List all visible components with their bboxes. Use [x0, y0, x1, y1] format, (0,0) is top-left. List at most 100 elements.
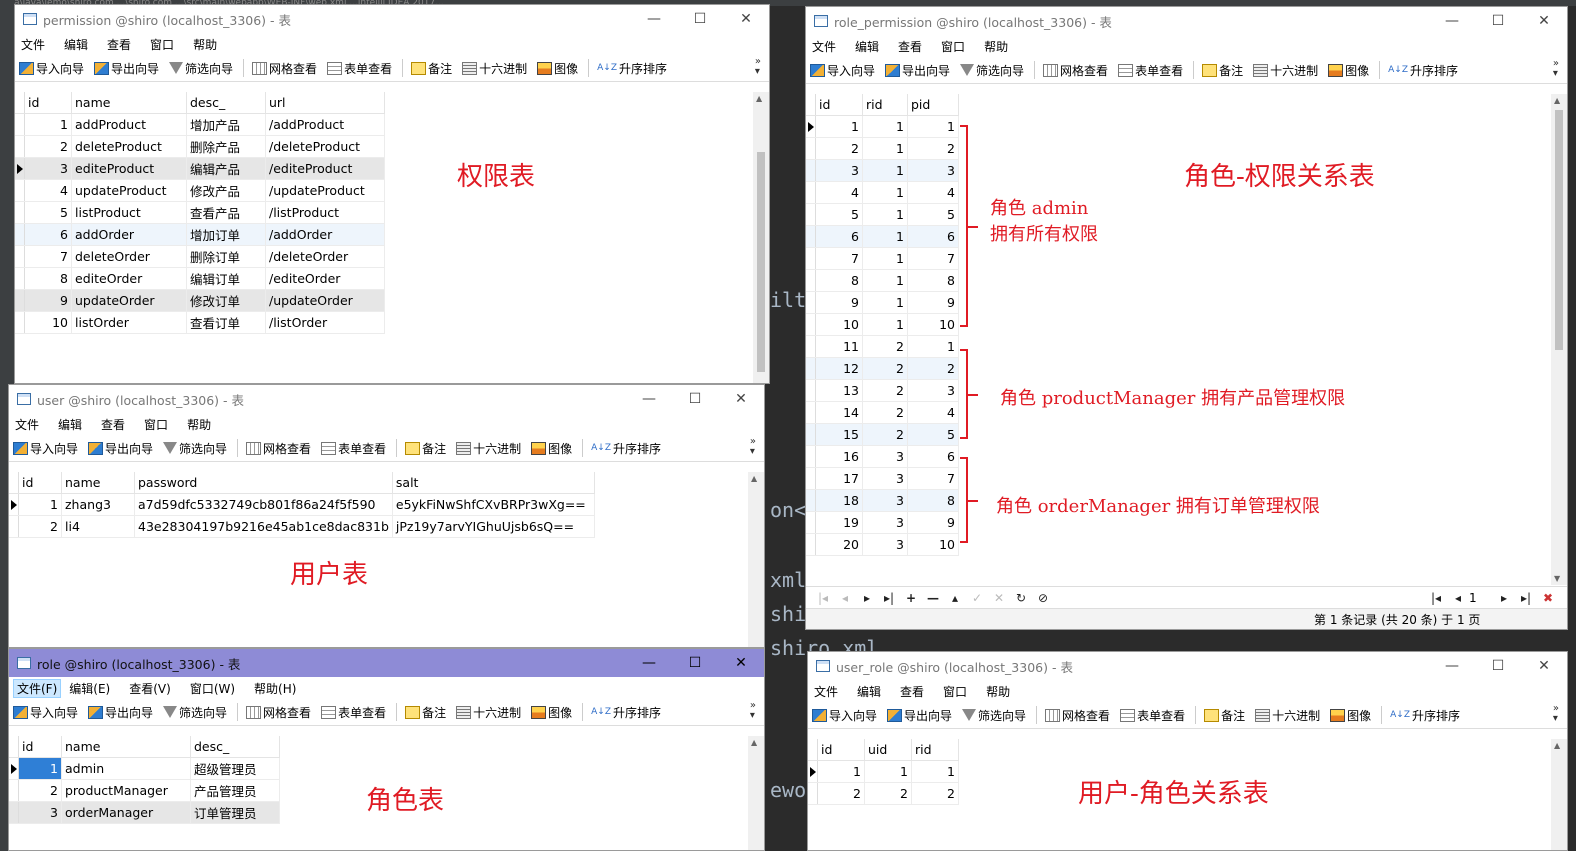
table-cell[interactable]: 修改产品 — [186, 179, 266, 202]
table-cell[interactable]: orderManager — [61, 801, 191, 824]
row-indicator[interactable] — [806, 181, 816, 204]
table-cell[interactable]: editeOrder — [71, 267, 187, 290]
export-wizard-button[interactable]: 导出向导 — [88, 704, 153, 721]
table-cell[interactable]: /addOrder — [265, 223, 385, 246]
row-indicator[interactable] — [806, 401, 816, 424]
table-cell[interactable]: /updateOrder — [265, 289, 385, 312]
table-cell[interactable]: updateOrder — [71, 289, 187, 312]
table-row[interactable]: 9 updateOrder 修改订单/updateOrder — [15, 289, 385, 312]
image-button[interactable]: 图像 — [531, 704, 572, 721]
scrollbar-thumb[interactable] — [1555, 110, 1563, 350]
row-indicator[interactable] — [9, 515, 19, 538]
last-record-icon[interactable]: ▸| — [878, 591, 900, 605]
table-cell[interactable]: 1 — [24, 113, 72, 136]
table-cell[interactable]: 2 — [862, 357, 908, 380]
menu-window[interactable]: 窗口 — [941, 683, 980, 700]
column-header[interactable]: id — [815, 94, 863, 116]
edit-record-icon[interactable]: ▴ — [944, 591, 966, 605]
table-cell[interactable]: 11 — [815, 335, 863, 358]
table-cell[interactable]: 1 — [815, 115, 863, 138]
table-cell[interactable]: 2 — [18, 515, 62, 538]
table-cell[interactable]: 1 — [864, 760, 912, 783]
column-header[interactable]: name — [61, 736, 191, 758]
vertical-scrollbar[interactable]: ▲ — [753, 92, 769, 383]
column-header[interactable]: desc_ — [186, 92, 266, 114]
table-cell[interactable]: 7 — [907, 467, 959, 490]
table-row[interactable]: 919 — [806, 291, 959, 314]
table-row[interactable]: 20 3 10 — [806, 533, 959, 556]
table-cell[interactable]: 5 — [24, 201, 72, 224]
menu-file[interactable]: 文件 — [13, 416, 52, 433]
table-row[interactable]: 3 orderManager 订单管理员 — [9, 801, 280, 824]
table-row[interactable]: 222 — [808, 782, 959, 805]
table-cell[interactable]: 17 — [815, 467, 863, 490]
title-bar[interactable]: user_role @shiro (localhost_3306) - 表 — … — [808, 652, 1567, 680]
table-cell[interactable]: 8 — [24, 267, 72, 290]
table-cell[interactable]: 3 — [862, 533, 908, 556]
menu-edit[interactable]: 编辑 — [56, 416, 95, 433]
maximize-button[interactable]: ☐ — [672, 385, 718, 413]
menu-edit[interactable]: 编辑 — [853, 38, 892, 55]
memo-button[interactable]: 备注 — [1204, 707, 1245, 724]
table-row[interactable]: 4 updateProduct 修改产品/updateProduct — [15, 179, 385, 202]
column-header[interactable]: uid — [864, 739, 912, 761]
memo-button[interactable]: 备注 — [405, 704, 446, 721]
table-row[interactable]: 2 productManager 产品管理员 — [9, 779, 280, 802]
table-cell[interactable]: 2 — [817, 782, 865, 805]
table-cell[interactable]: 1 — [862, 203, 908, 226]
table-cell[interactable]: 7 — [815, 247, 863, 270]
table-cell[interactable]: zhang3 — [61, 493, 135, 516]
table-cell[interactable]: addProduct — [71, 113, 187, 136]
row-indicator[interactable] — [806, 489, 816, 512]
row-indicator[interactable] — [806, 291, 816, 314]
table-cell[interactable]: 3 — [862, 445, 908, 468]
import-wizard-button[interactable]: 导入向导 — [812, 707, 877, 724]
import-wizard-button[interactable]: 导入向导 — [810, 62, 875, 79]
maximize-button[interactable]: ☐ — [1475, 652, 1521, 680]
menu-help[interactable]: 帮助 — [185, 416, 224, 433]
current-row-indicator-icon[interactable] — [806, 115, 816, 138]
memo-button[interactable]: 备注 — [411, 60, 452, 77]
first-record-icon[interactable]: |◂ — [812, 591, 834, 605]
column-header[interactable]: id — [18, 472, 62, 494]
table-cell[interactable]: 产品管理员 — [190, 779, 280, 802]
table-cell[interactable]: 9 — [907, 511, 959, 534]
table-cell[interactable]: 1 — [817, 760, 865, 783]
close-button[interactable]: ✕ — [718, 385, 764, 413]
minimize-button[interactable]: — — [1429, 7, 1475, 35]
prev-record-icon[interactable]: ◂ — [834, 591, 856, 605]
table-cell[interactable]: 4 — [815, 181, 863, 204]
table-row[interactable]: 212 — [806, 137, 959, 160]
maximize-button[interactable]: ☐ — [1475, 7, 1521, 35]
table-cell[interactable]: /listProduct — [265, 201, 385, 224]
table-row[interactable]: 111 — [806, 115, 959, 138]
next-record-icon[interactable]: ▸ — [856, 591, 878, 605]
menu-view[interactable]: 查看 — [898, 683, 937, 700]
table-cell[interactable]: 增加订单 — [186, 223, 266, 246]
menu-window[interactable]: 窗口 — [142, 416, 181, 433]
row-indicator[interactable] — [806, 423, 816, 446]
menu-help[interactable]: 帮助(H) — [252, 680, 309, 697]
table-cell[interactable]: 4 — [907, 181, 959, 204]
table-cell[interactable]: 1 — [911, 760, 959, 783]
menu-window[interactable]: 窗口 — [148, 36, 187, 53]
menu-edit[interactable]: 编辑(E) — [67, 680, 123, 697]
table-cell[interactable]: 8 — [815, 269, 863, 292]
row-indicator[interactable] — [15, 245, 25, 268]
table-cell[interactable]: 1 — [907, 335, 959, 358]
maximize-button[interactable]: ☐ — [677, 5, 723, 33]
title-bar[interactable]: role_permission @shiro (localhost_3306) … — [806, 7, 1567, 35]
table-cell[interactable]: 6 — [907, 445, 959, 468]
table-cell[interactable]: 13 — [815, 379, 863, 402]
table-cell[interactable]: 7 — [907, 247, 959, 270]
scroll-down-icon[interactable]: ▼ — [1554, 574, 1560, 583]
filter-wizard-button[interactable]: 筛选向导 — [962, 707, 1026, 724]
row-indicator[interactable] — [806, 313, 816, 336]
hex-button[interactable]: 十六进制 — [456, 704, 521, 721]
import-wizard-button[interactable]: 导入向导 — [19, 60, 84, 77]
minimize-button[interactable]: — — [1429, 652, 1475, 680]
row-indicator[interactable] — [15, 223, 25, 246]
table-row[interactable]: 13 2 3 — [806, 379, 959, 402]
table-row[interactable]: 1 addProduct 增加产品/addProduct — [15, 113, 385, 136]
table-cell[interactable]: 查看订单 — [186, 311, 266, 334]
